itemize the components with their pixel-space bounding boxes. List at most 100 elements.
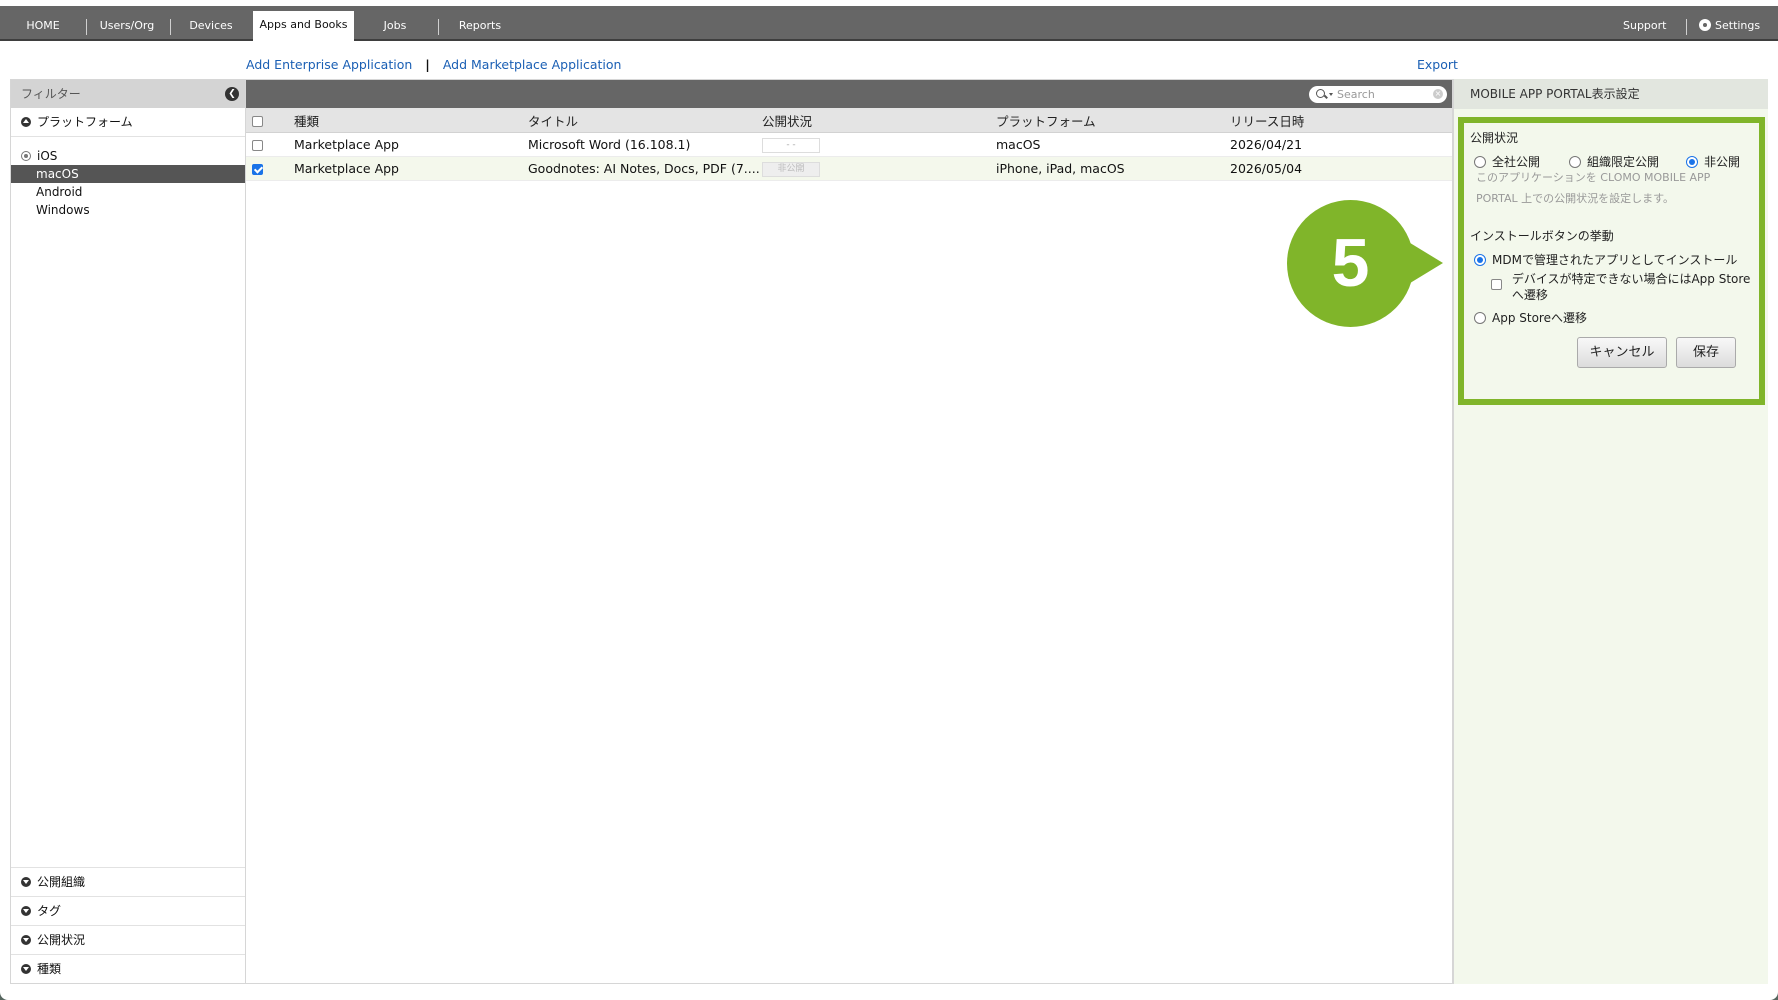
filter-section-tag[interactable]: タグ [11, 896, 245, 925]
fallback-line2: へ遷移 [1511, 288, 1548, 302]
chevron-down-icon [21, 935, 31, 945]
status-badge: 非公開 [762, 161, 820, 177]
portal-settings-box: 公開状況 全社公開 組織限定公開 非公開 このアプリケーションを CLOMO M… [1458, 117, 1765, 405]
link-separator: | [425, 57, 430, 72]
select-all-checkbox[interactable] [252, 115, 263, 127]
tab-home[interactable]: HOME [18, 6, 68, 39]
tab-jobs[interactable]: Jobs [370, 6, 420, 39]
table-row[interactable]: Marketplace App Microsoft Word (16.108.1… [246, 132, 1452, 157]
filter-status-label: 公開状況 [37, 933, 86, 947]
visibility-desc-line2: PORTAL 上での公開状況を設定します。 [1476, 192, 1675, 205]
visibility-desc-line1: このアプリケーションを CLOMO MOBILE APP [1476, 171, 1711, 184]
row-select-cell [246, 156, 293, 181]
status-badge: - - [762, 137, 820, 153]
clear-icon[interactable]: × [1433, 89, 1443, 99]
screen: HOME Users/Org Devices Apps and Books Jo… [0, 0, 1778, 1000]
step-callout: 5 [1287, 200, 1447, 328]
fallback-text: デバイスが特定できない場合にはApp Store へ遷移 [1512, 271, 1751, 303]
select-all-cell [246, 108, 293, 133]
row-select-cell [246, 132, 293, 157]
fallback-line1: デバイスが特定できない場合にはApp Store [1511, 272, 1751, 286]
platform-item-windows[interactable]: Windows [11, 201, 245, 219]
fallback-checkbox[interactable] [1491, 279, 1502, 290]
tree-node-icon [21, 151, 31, 161]
gear-icon [1699, 19, 1711, 31]
cell-status: 非公開 [761, 156, 995, 181]
nav-divider [86, 19, 87, 35]
cell-title: Goodnotes: AI Notes, Docs, PDF (7.... [527, 156, 761, 181]
install-mdm-label: MDMで管理されたアプリとしてインストール [1492, 253, 1738, 267]
col-type[interactable]: 種類 [293, 108, 527, 133]
list-toolbar: Search × [246, 80, 1452, 108]
tab-reports[interactable]: Reports [450, 6, 510, 39]
portal-settings-header: MOBILE APP PORTAL表示設定 [1454, 79, 1768, 109]
settings-link[interactable]: Settings [1699, 6, 1760, 39]
nav-divider [438, 19, 439, 35]
filter-bottom-sections: 公開組織 タグ 公開状況 種類 [11, 867, 245, 983]
portal-settings-panel: MOBILE APP PORTAL表示設定 公開状況 全社公開 組織限定公開 非… [1453, 79, 1768, 984]
col-release[interactable]: リリース日時 [1229, 108, 1452, 133]
platform-item-macos[interactable]: macOS [11, 165, 245, 183]
collapse-left-icon[interactable]: ❮ [225, 87, 239, 101]
tab-devices[interactable]: Devices [180, 6, 242, 39]
add-marketplace-app-link[interactable]: Add Marketplace Application [443, 57, 622, 72]
row-checkbox[interactable] [252, 164, 263, 175]
nav-divider [1686, 19, 1687, 35]
fallback-appstore-option[interactable]: デバイスが特定できない場合にはApp Store へ遷移 [1491, 271, 1750, 303]
filter-sidebar: フィルター ❮ プラットフォーム iOS macOS Android Windo… [10, 79, 246, 984]
tab-users-org[interactable]: Users/Org [96, 6, 158, 39]
cell-release: 2026/05/04 [1229, 156, 1452, 181]
install-option-mdm[interactable]: MDMで管理されたアプリとしてインストール [1474, 251, 1737, 268]
action-links: Add Enterprise Application | Add Marketp… [246, 57, 621, 72]
filter-org-label: 公開組織 [37, 875, 86, 889]
cancel-button[interactable]: キャンセル [1577, 337, 1667, 368]
cell-status: - - [761, 132, 995, 157]
filter-title: フィルター [21, 87, 81, 101]
cell-platform: macOS [995, 132, 1229, 157]
cell-platform: iPhone, iPad, macOS [995, 156, 1229, 181]
chevron-up-icon [21, 117, 31, 127]
add-enterprise-app-link[interactable]: Add Enterprise Application [246, 57, 412, 72]
save-button[interactable]: 保存 [1676, 337, 1736, 368]
cell-release: 2026/04/21 [1229, 132, 1452, 157]
cell-type: Marketplace App [293, 132, 527, 157]
radio-button[interactable] [1474, 312, 1486, 324]
row-checkbox[interactable] [252, 140, 263, 151]
tab-apps-and-books[interactable]: Apps and Books [253, 11, 354, 41]
visibility-label: 公開状況 [1470, 131, 1519, 145]
install-behavior-label: インストールボタンの挙動 [1470, 229, 1614, 243]
app-list-panel: Search × 種類 タイトル 公開状況 プラットフォーム リリース日時 Ma… [246, 79, 1453, 984]
export-link[interactable]: Export [1417, 57, 1458, 72]
cell-type: Marketplace App [293, 156, 527, 181]
col-status[interactable]: 公開状況 [761, 108, 995, 133]
table-row[interactable]: Marketplace App Goodnotes: AI Notes, Doc… [246, 156, 1452, 181]
col-platform[interactable]: プラットフォーム [995, 108, 1229, 133]
settings-label: Settings [1715, 19, 1761, 32]
platform-section-label: プラットフォーム [37, 115, 133, 129]
support-link[interactable]: Support [1623, 6, 1666, 39]
filter-section-status[interactable]: 公開状況 [11, 925, 245, 954]
top-nav: HOME Users/Org Devices Apps and Books Jo… [0, 6, 1778, 41]
platform-item-ios[interactable]: iOS [11, 147, 245, 165]
filter-section-type[interactable]: 種類 [11, 954, 245, 983]
install-option-appstore[interactable]: App Storeへ遷移 [1474, 309, 1587, 326]
chevron-down-icon [21, 877, 31, 887]
app-table: 種類 タイトル 公開状況 プラットフォーム リリース日時 Marketplace… [246, 108, 1452, 181]
nav-divider [170, 19, 171, 35]
filter-section-org[interactable]: 公開組織 [11, 867, 245, 896]
caret-down-icon [1329, 93, 1333, 96]
filter-tag-label: タグ [37, 904, 62, 918]
chevron-down-icon [21, 964, 31, 974]
col-title[interactable]: タイトル [527, 108, 761, 133]
filter-type-label: 種類 [37, 962, 62, 976]
filter-header: フィルター ❮ [11, 80, 245, 108]
search-input[interactable]: Search × [1309, 86, 1447, 103]
table-header-row: 種類 タイトル 公開状況 プラットフォーム リリース日時 [246, 108, 1452, 133]
radio-button-selected[interactable] [1474, 254, 1486, 266]
visibility-description: このアプリケーションを CLOMO MOBILE APP PORTAL 上での公… [1476, 167, 1746, 209]
platform-section-toggle[interactable]: プラットフォーム [11, 108, 245, 137]
cell-title: Microsoft Word (16.108.1) [527, 132, 761, 157]
platform-ios-label: iOS [37, 149, 58, 163]
platform-item-android[interactable]: Android [11, 183, 245, 201]
search-placeholder: Search [1337, 88, 1375, 101]
